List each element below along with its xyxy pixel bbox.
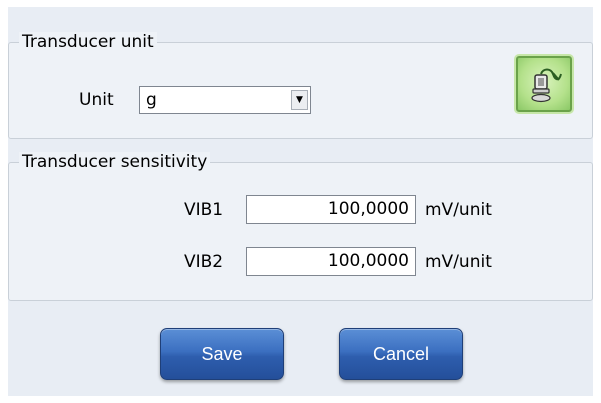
unit-select[interactable]: g ▼	[139, 86, 311, 114]
unit-select-value: g	[146, 90, 157, 110]
vib1-sensitivity-input[interactable]: 100,0000	[246, 195, 416, 224]
transducer-unit-title: Transducer unit	[19, 32, 157, 52]
cancel-button[interactable]: Cancel	[339, 328, 463, 380]
transducer-settings-button[interactable]	[516, 56, 572, 112]
transducer-sensitivity-title: Transducer sensitivity	[19, 152, 211, 172]
transducer-unit-group: Transducer unit Unit g ▼	[8, 32, 593, 139]
vib2-unit-label: mV/unit	[425, 252, 492, 272]
vib2-sensitivity-input[interactable]: 100,0000	[246, 247, 416, 276]
save-button[interactable]: Save	[160, 328, 284, 380]
unit-label: Unit	[79, 90, 114, 110]
vib2-label: VIB2	[184, 252, 224, 272]
chevron-down-icon[interactable]: ▼	[291, 90, 308, 110]
vib1-label: VIB1	[184, 200, 224, 220]
accelerometer-sensor-icon	[531, 68, 562, 103]
vib1-unit-label: mV/unit	[425, 200, 492, 220]
transducer-sensitivity-group: Transducer sensitivity VIB1 100,0000 mV/…	[8, 152, 593, 301]
